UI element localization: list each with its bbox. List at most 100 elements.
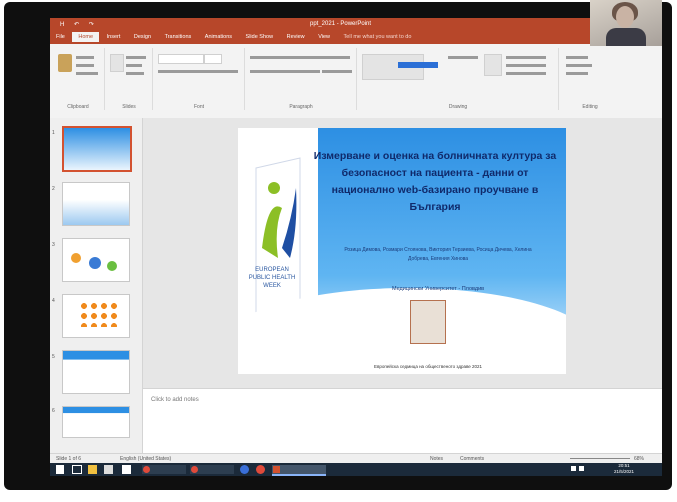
section-button[interactable]: [126, 72, 144, 75]
align-buttons[interactable]: [250, 70, 320, 73]
person-face: [616, 6, 634, 28]
new-slide-button[interactable]: [110, 54, 124, 72]
thumb-shape: [71, 253, 81, 263]
skype-icon[interactable]: [240, 465, 249, 474]
slide-number: 6: [52, 408, 55, 414]
clipboard-label: Clipboard: [67, 104, 89, 110]
system-tray[interactable]: [570, 465, 600, 474]
cut-button[interactable]: [76, 56, 94, 59]
layout-button[interactable]: [126, 56, 146, 59]
tell-me-box[interactable]: Tell me what you want to do: [338, 32, 418, 42]
shape-outline-button[interactable]: [506, 64, 546, 67]
powerpoint-icon: [273, 466, 280, 473]
windows-start-icon[interactable]: [56, 465, 64, 474]
editing-group: Editing: [560, 48, 620, 110]
slide-wave-decoration: [238, 288, 566, 374]
editing-label: Editing: [582, 104, 598, 110]
comments-button[interactable]: Comments: [460, 456, 484, 462]
font-label: Font: [193, 104, 204, 110]
quick-styles-button[interactable]: [484, 54, 502, 76]
tab-animations[interactable]: Animations: [199, 32, 238, 42]
paragraph-group: Paragraph: [246, 48, 357, 110]
slide-number: 2: [52, 186, 55, 192]
network-icon: [571, 466, 576, 471]
ephw-logo-text: EUROPEAN PUBLIC HEALTH WEEK: [248, 267, 296, 289]
tab-file[interactable]: File: [50, 32, 71, 42]
clipboard-group: Clipboard: [52, 48, 105, 110]
ribbon: Clipboard Slides Font Paragraph Drawing …: [50, 44, 662, 119]
slide-number: 5: [52, 354, 55, 360]
clock-date: 21/5/2021: [613, 469, 635, 474]
current-slide[interactable]: EUROPEAN PUBLIC HEALTH WEEK Измерване и оц…: [238, 128, 566, 374]
tab-view[interactable]: View: [312, 32, 336, 42]
convert-to-smartart-button[interactable]: [322, 70, 352, 73]
tab-home[interactable]: Home: [72, 32, 100, 42]
tab-review[interactable]: Review: [281, 32, 311, 42]
notes-toggle-button[interactable]: Notes: [430, 456, 443, 462]
list-buttons[interactable]: [250, 56, 350, 59]
thumb-hexagons: [79, 301, 119, 327]
thumb-shape: [89, 257, 101, 269]
slide-footer: Европейска седмица на общественото здрав…: [373, 364, 483, 369]
select-button[interactable]: [566, 72, 588, 75]
university-crest-icon: [410, 300, 446, 344]
taskbar-app-2[interactable]: [190, 465, 234, 474]
quick-access-toolbar[interactable]: H ↶ ↷: [60, 21, 98, 28]
find-button[interactable]: [566, 56, 588, 59]
slide-number: 3: [52, 242, 55, 248]
title-bar: H ↶ ↷ ppt_2021 - PowerPoint: [50, 18, 662, 32]
tab-transitions[interactable]: Transitions: [159, 32, 198, 42]
chrome-icon: [191, 466, 198, 473]
reset-button[interactable]: [126, 64, 142, 67]
slide-counter: Slide 1 of 6: [56, 456, 82, 462]
language-indicator[interactable]: English (United States): [120, 456, 171, 462]
notes-placeholder: Click to add notes: [151, 397, 199, 403]
chrome-icon[interactable]: [256, 465, 265, 474]
thumb-shape: [107, 261, 117, 271]
slide-thumbnail-6[interactable]: [62, 406, 130, 438]
zoom-level[interactable]: 68%: [634, 456, 644, 462]
paragraph-label: Paragraph: [289, 104, 313, 110]
taskbar-chrome-app[interactable]: [142, 465, 186, 474]
replace-button[interactable]: [566, 64, 592, 67]
tab-design[interactable]: Design: [128, 32, 157, 42]
slides-group: Slides: [106, 48, 153, 110]
task-view-icon[interactable]: [72, 465, 82, 474]
screen: H ↶ ↷ ppt_2021 - PowerPoint File Home In…: [50, 18, 662, 476]
tab-insert[interactable]: Insert: [101, 32, 127, 42]
ribbon-tabs: File Home Insert Design Transitions Anim…: [50, 32, 662, 44]
font-size-select[interactable]: [204, 54, 222, 64]
arrange-button[interactable]: [448, 56, 478, 59]
paste-icon[interactable]: [58, 54, 72, 72]
notes-pane[interactable]: Click to add notes: [143, 388, 662, 454]
slide-thumbnail-1[interactable]: [62, 126, 132, 172]
taskbar-powerpoint-app[interactable]: [272, 465, 326, 476]
slide-number: 1: [52, 130, 55, 136]
slides-label: Slides: [122, 104, 136, 110]
slide-authors: Розица Димова, Розмари Стоянова, Виктори…: [344, 247, 532, 262]
clock[interactable]: 20:51 21/5/2021: [606, 463, 642, 474]
slide-number: 4: [52, 298, 55, 304]
chrome-icon: [143, 466, 150, 473]
format-painter-button[interactable]: [76, 72, 98, 75]
webcam-overlay: [590, 0, 662, 46]
slide-thumbnail-5[interactable]: [62, 350, 130, 394]
slide-thumbnail-4[interactable]: [62, 294, 130, 338]
font-name-select[interactable]: [158, 54, 204, 64]
drawing-label: Drawing: [448, 104, 468, 110]
shape-fill-button[interactable]: [506, 56, 546, 59]
zoom-slider[interactable]: [570, 458, 630, 459]
copy-button[interactable]: [76, 64, 94, 67]
slide-canvas: EUROPEAN PUBLIC HEALTH WEEK Измерване и оц…: [143, 118, 662, 388]
slide-thumbnail-3[interactable]: [62, 238, 130, 282]
tab-slide-show[interactable]: Slide Show: [240, 32, 280, 42]
mail-icon[interactable]: [122, 465, 131, 474]
slide-thumbnail-2[interactable]: [62, 182, 130, 226]
font-format-buttons[interactable]: [158, 70, 238, 73]
shape-effects-button[interactable]: [506, 72, 546, 75]
volume-icon: [579, 466, 585, 471]
file-explorer-icon[interactable]: [88, 465, 97, 474]
store-icon[interactable]: [104, 465, 113, 474]
window-title: ppt_2021 - PowerPoint: [310, 21, 372, 27]
drawing-group: Drawing: [358, 48, 559, 110]
